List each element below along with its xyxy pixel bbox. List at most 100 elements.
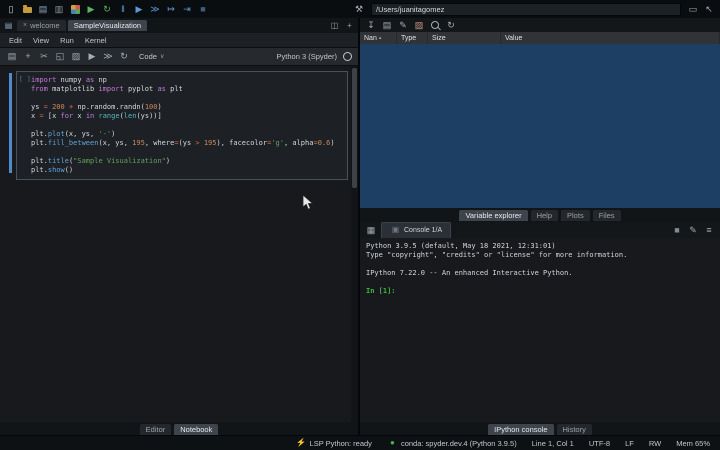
lsp-icon-wrap: ⚡: [296, 437, 307, 450]
conda-icon-wrap: ●: [387, 437, 398, 450]
menu-kernel[interactable]: Kernel: [85, 36, 107, 45]
tabbar-right-icons: ◫+: [329, 19, 355, 32]
column-label: Value: [505, 35, 522, 42]
menu-run[interactable]: Run: [60, 36, 74, 45]
code-line: from matplotlib import pyplot as plt: [31, 85, 343, 94]
editor-scrollbar[interactable]: [351, 66, 358, 422]
monitor-icon[interactable]: ▭: [687, 3, 699, 16]
column-label: Type: [401, 35, 416, 42]
add-tab-icon[interactable]: +: [344, 19, 355, 32]
console-tab-icon-wrap: ▣: [390, 224, 401, 237]
notebook-editor[interactable]: [ ] import numpy as npfrom matplotlib im…: [0, 66, 358, 422]
column-header-size[interactable]: Size: [428, 32, 501, 44]
status-bar: ⚡ LSP Python: ready ● conda: spyder.dev.…: [0, 435, 720, 450]
console-line: Python 3.9.5 (default, May 18 2021, 12:3…: [366, 242, 714, 251]
console-right-icons: ■ ✎ ≡: [671, 224, 715, 237]
tab-plots[interactable]: Plots: [561, 210, 590, 221]
main-toolbar: ▯ ▤ ▥ ▶ ↻ ‖ ▶ ≫ ↦ ⇥ ■ ⚒ ▭ ↖: [0, 0, 720, 18]
column-header-nan[interactable]: Nan▴: [360, 32, 397, 44]
lsp-icon[interactable]: ⚡: [296, 437, 307, 450]
layout-grid-icon[interactable]: [69, 3, 81, 16]
tab-notebook[interactable]: Notebook: [174, 424, 218, 435]
run-all-icon[interactable]: ≫: [102, 50, 114, 63]
save-data-icon[interactable]: ▤: [381, 19, 393, 32]
path-input[interactable]: [371, 3, 681, 16]
scrollbar-thumb[interactable]: [352, 68, 357, 188]
tools-icon[interactable]: ⚒: [353, 3, 365, 16]
copy-cell-icon[interactable]: ◱: [54, 50, 66, 63]
tab-variable-explorer[interactable]: Variable explorer: [459, 210, 527, 221]
cursor-position: Line 1, Col 1: [532, 439, 574, 448]
tab-help[interactable]: Help: [531, 210, 558, 221]
options-menu-icon[interactable]: ≡: [703, 224, 715, 237]
save-all-icon[interactable]: ▥: [53, 3, 65, 16]
column-header-type[interactable]: Type: [397, 32, 428, 44]
conda-status-label: conda: spyder.dev.4 (Python 3.9.5): [401, 439, 517, 448]
menu-edit[interactable]: Edit: [9, 36, 22, 45]
code-cell[interactable]: import numpy as npfrom matplotlib import…: [16, 71, 348, 180]
kernel-status-icon: [343, 52, 352, 61]
new-console-icon[interactable]: ▦: [365, 224, 377, 237]
tools-icon-group: ⚒: [353, 3, 365, 16]
notebook-file-icon[interactable]: ▤: [3, 19, 14, 32]
tab-label: History: [563, 425, 586, 434]
refresh-icon[interactable]: ↻: [445, 19, 457, 32]
lsp-status: ⚡ LSP Python: ready: [296, 437, 372, 450]
chevron-down-icon: ∨: [160, 53, 164, 60]
import-data-icon[interactable]: ↧: [365, 19, 377, 32]
cell-type-dropdown[interactable]: Code ∨: [139, 52, 164, 61]
paste-cell-icon[interactable]: ▨: [70, 50, 82, 63]
save-notebook-icon[interactable]: ▤: [6, 50, 18, 63]
tab-label: IPython console: [494, 425, 547, 434]
encoding-status: UTF-8: [589, 439, 610, 448]
tab-welcome[interactable]: ×welcome: [17, 20, 66, 31]
code-line: plt.plot(x, ys, '-'): [31, 130, 343, 139]
console-tab-icon[interactable]: ▣: [390, 224, 401, 237]
remove-all-variables-icon[interactable]: ▨: [413, 19, 425, 32]
console-tab[interactable]: ▣ Console 1/A: [381, 222, 451, 239]
tab-ipython-console[interactable]: IPython console: [488, 424, 553, 435]
tab-files[interactable]: Files: [593, 210, 621, 221]
column-label: Size: [432, 35, 446, 42]
step-icon[interactable]: ↦: [165, 3, 177, 16]
memory-status: Mem 65%: [676, 439, 710, 448]
tab-label: welcome: [30, 21, 60, 30]
rerun-icon[interactable]: ↻: [101, 3, 113, 16]
conda-status[interactable]: ● conda: spyder.dev.4 (Python 3.9.5): [387, 437, 517, 450]
inspect-icon[interactable]: ✎: [687, 224, 699, 237]
menu-view[interactable]: View: [33, 36, 49, 45]
open-folder-icon[interactable]: [21, 3, 33, 16]
conda-icon[interactable]: ●: [387, 437, 398, 450]
variable-table-header: Nan▴ Type Size Value: [360, 32, 720, 44]
new-file-icon[interactable]: ▯: [5, 3, 17, 16]
tab-samplevisualization[interactable]: SampleVisualization: [68, 20, 147, 31]
run-next-icon[interactable]: ≫: [149, 3, 161, 16]
save-data-as-icon[interactable]: ✎: [397, 19, 409, 32]
add-cell-icon[interactable]: +: [22, 50, 34, 63]
continue-icon[interactable]: ⇥: [181, 3, 193, 16]
console-line: Type "copyright", "credits" or "license"…: [366, 251, 714, 260]
console-output[interactable]: Python 3.9.5 (default, May 18 2021, 12:3…: [360, 238, 720, 422]
code-line: [31, 94, 343, 103]
variable-table[interactable]: [360, 44, 720, 208]
run-cell-icon[interactable]: ▶: [86, 50, 98, 63]
pause-icon[interactable]: ‖: [117, 3, 129, 16]
stop-icon[interactable]: ■: [197, 3, 209, 16]
pointer-icon[interactable]: ↖: [703, 3, 715, 16]
editor-tabbar: ▤ ×welcomeSampleVisualization ◫+: [0, 18, 358, 33]
column-header-value[interactable]: Value: [501, 32, 720, 44]
search-icon[interactable]: [429, 19, 441, 32]
save-icon[interactable]: ▤: [37, 3, 49, 16]
tab-history[interactable]: History: [557, 424, 592, 435]
interrupt-kernel-icon[interactable]: ■: [671, 224, 683, 237]
cut-cell-icon[interactable]: ✂: [38, 50, 50, 63]
run-cell-icon[interactable]: ▶: [133, 3, 145, 16]
restart-kernel-icon[interactable]: ↻: [118, 50, 130, 63]
editor-mode-tabs: EditorNotebook: [0, 422, 358, 436]
run-file-icon[interactable]: ▶: [85, 3, 97, 16]
tab-editor[interactable]: Editor: [140, 424, 172, 435]
readwrite-status: RW: [649, 439, 661, 448]
mouse-cursor: [302, 194, 314, 212]
close-tab-icon[interactable]: ×: [23, 22, 27, 29]
split-editor-icon[interactable]: ◫: [329, 19, 340, 32]
